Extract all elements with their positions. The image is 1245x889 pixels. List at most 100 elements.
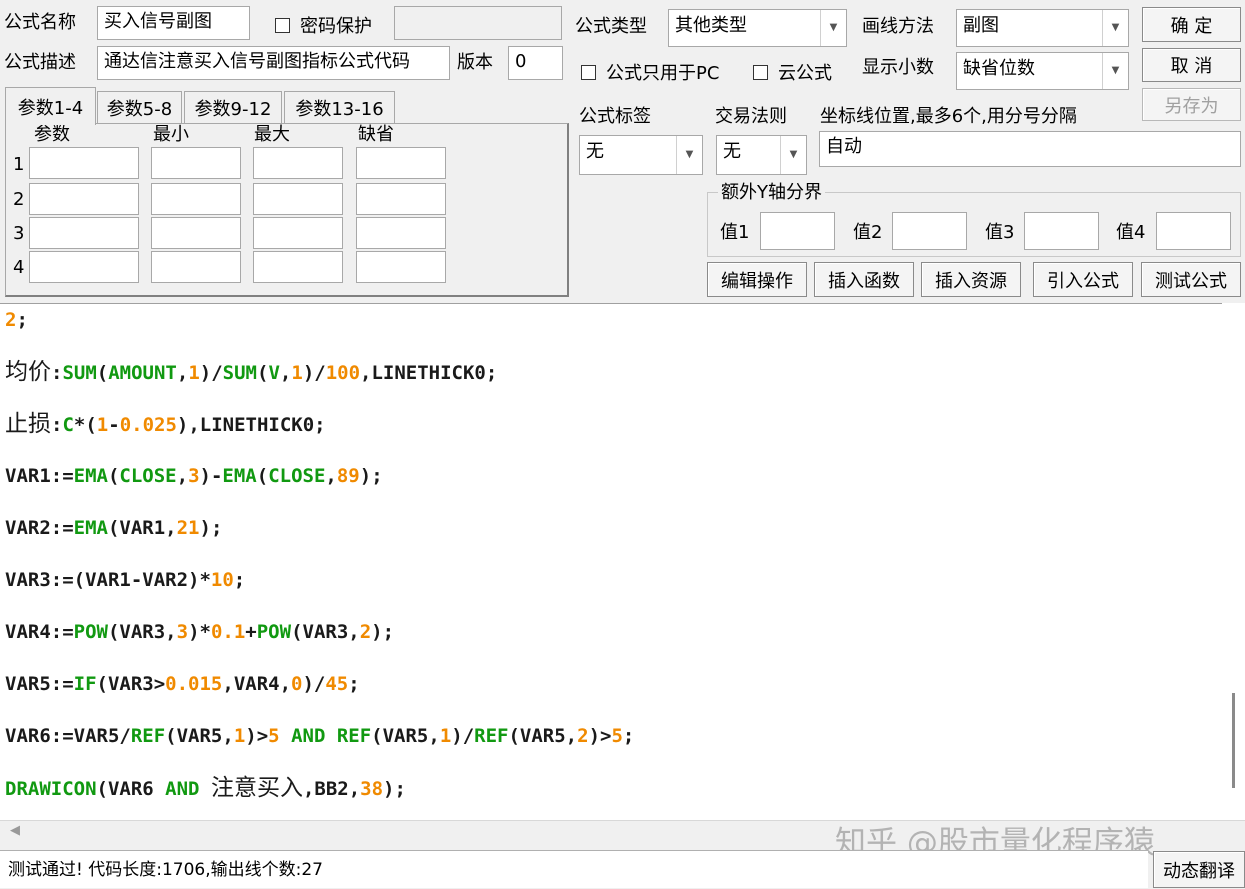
pc-only-checkbox-box[interactable] — [581, 64, 596, 80]
scroll-left-icon[interactable]: ◀ — [10, 823, 20, 838]
param-row-number: 4 — [13, 257, 25, 278]
param-1-default-input[interactable] — [356, 147, 446, 179]
pc-only-checkbox[interactable]: 公式只用于PC — [581, 59, 719, 85]
coord-line-input[interactable]: 自动 — [819, 131, 1241, 167]
y-value-2-input[interactable] — [892, 212, 967, 250]
code-line[interactable]: 止损:C*(1-0.025),LINETHICK0; — [5, 411, 326, 438]
y-value-3-input[interactable] — [1024, 212, 1099, 250]
code-line[interactable]: VAR2:=EMA(VAR1,21); — [5, 515, 222, 541]
code-token: (VAR1, — [107, 517, 177, 539]
param-row-number: 2 — [13, 189, 25, 210]
code-token: ); — [199, 517, 223, 539]
ok-button[interactable]: 确 定 — [1142, 7, 1241, 42]
code-token: 45 — [325, 673, 349, 695]
code-token: )/ — [302, 362, 326, 384]
formula-name-input[interactable]: 买入信号副图 — [97, 6, 250, 40]
password-checkbox-box[interactable] — [275, 17, 290, 33]
insert-function-button[interactable]: 插入函数 — [814, 262, 914, 297]
param-4-default-input[interactable] — [356, 251, 446, 283]
code-line[interactable]: VAR6:=VAR5/REF(VAR5,1)>5 AND REF(VAR5,1)… — [5, 723, 634, 749]
chevron-down-icon[interactable]: ▼ — [780, 136, 806, 174]
code-token: ,VAR4, — [222, 673, 292, 695]
tab-params-1-4[interactable]: 参数1-4 — [5, 87, 96, 125]
cloud-formula-checkbox[interactable]: 云公式 — [753, 59, 832, 85]
formula-type-value: 其他类型 — [675, 15, 747, 36]
code-line[interactable]: VAR3:=(VAR1-VAR2)*10; — [5, 567, 245, 593]
draw-method-label: 画线方法 — [862, 16, 934, 37]
trade-rule-select[interactable]: 无 ▼ — [716, 135, 807, 175]
y-value-4-label: 值4 — [1116, 222, 1146, 243]
code-token: 2 — [359, 621, 372, 643]
trade-rule-value: 无 — [723, 141, 741, 162]
code-token: REF — [336, 725, 372, 747]
code-token: EMA — [222, 465, 257, 487]
code-token: 3 — [188, 465, 200, 487]
import-formula-button[interactable]: 引入公式 — [1033, 262, 1133, 297]
code-line[interactable]: 2; — [5, 307, 28, 333]
decimals-select[interactable]: 缺省位数 ▼ — [956, 52, 1129, 90]
y-value-4-input[interactable] — [1156, 212, 1231, 250]
param-2-name-input[interactable] — [29, 183, 139, 215]
param-2-default-input[interactable] — [356, 183, 446, 215]
formula-desc-label: 公式描述 — [4, 52, 76, 73]
formula-type-select[interactable]: 其他类型 ▼ — [668, 9, 847, 47]
y-value-3-label: 值3 — [985, 222, 1015, 243]
password-protect-checkbox[interactable]: 密码保护 — [275, 12, 372, 38]
chevron-down-icon[interactable]: ▼ — [1102, 10, 1128, 46]
draw-method-select[interactable]: 副图 ▼ — [956, 9, 1129, 47]
insert-resource-button[interactable]: 插入资源 — [921, 262, 1021, 297]
code-line[interactable]: VAR4:=POW(VAR3,3)*0.1+POW(VAR3,2); — [5, 619, 394, 645]
code-token: ; — [348, 673, 360, 695]
code-line[interactable]: 均价:SUM(AMOUNT,1)/SUM(V,1)/100,LINETHICK0… — [5, 359, 497, 386]
tab-params-13-16[interactable]: 参数13-16 — [284, 91, 395, 123]
code-token: 0.015 — [165, 673, 223, 695]
code-token: AND — [291, 725, 326, 747]
code-token: (VAR5, — [508, 725, 578, 747]
code-line[interactable]: DRAWICON(VAR6 AND 注意买入,BB2,38); — [5, 775, 406, 802]
param-3-max-input[interactable] — [253, 217, 343, 249]
param-3-name-input[interactable] — [29, 217, 139, 249]
param-2-max-input[interactable] — [253, 183, 343, 215]
formula-desc-input[interactable]: 通达信注意买入信号副图指标公式代码 — [97, 46, 450, 80]
formula-tag-label: 公式标签 — [579, 106, 651, 127]
chevron-down-icon[interactable]: ▼ — [676, 136, 702, 174]
param-3-min-input[interactable] — [151, 217, 241, 249]
code-token: 10 — [210, 569, 234, 591]
param-4-name-input[interactable] — [29, 251, 139, 283]
code-token: SUM — [62, 362, 97, 384]
tab-params-9-12[interactable]: 参数9-12 — [184, 91, 282, 123]
code-token: 1 — [188, 362, 200, 384]
code-token: VAR2:= — [5, 517, 74, 539]
params-panel: 参数 最小 最大 缺省 1 2 3 4 — [5, 123, 569, 297]
formula-tag-select[interactable]: 无 ▼ — [579, 135, 703, 175]
trade-rule-label: 交易法则 — [715, 106, 787, 127]
code-token: 100 — [325, 362, 361, 384]
code-token: 2 — [5, 309, 17, 331]
test-formula-button[interactable]: 测试公式 — [1141, 262, 1241, 297]
vertical-scroll-thumb[interactable] — [1232, 693, 1235, 788]
param-1-min-input[interactable] — [151, 147, 241, 179]
param-2-min-input[interactable] — [151, 183, 241, 215]
param-1-max-input[interactable] — [253, 147, 343, 179]
vertical-scrollbar[interactable] — [1222, 303, 1245, 820]
chevron-down-icon[interactable]: ▼ — [1102, 53, 1128, 89]
param-3-default-input[interactable] — [356, 217, 446, 249]
tab-params-5-8[interactable]: 参数5-8 — [97, 91, 182, 123]
code-token: DRAWICON — [5, 778, 97, 800]
param-4-max-input[interactable] — [253, 251, 343, 283]
code-line[interactable]: VAR1:=EMA(CLOSE,3)-EMA(CLOSE,89); — [5, 463, 383, 489]
cloud-checkbox-box[interactable] — [753, 64, 768, 80]
code-token: ); — [383, 778, 406, 800]
code-line[interactable]: VAR5:=IF(VAR3>0.015,VAR4,0)/45; — [5, 671, 360, 697]
version-input[interactable]: 0 — [508, 46, 563, 80]
chevron-down-icon[interactable]: ▼ — [820, 10, 846, 46]
code-token: )> — [245, 725, 269, 747]
edit-operations-button[interactable]: 编辑操作 — [707, 262, 807, 297]
cancel-button[interactable]: 取 消 — [1142, 48, 1241, 82]
y-value-1-input[interactable] — [760, 212, 835, 250]
dynamic-translate-button[interactable]: 动态翻译 — [1153, 851, 1245, 888]
param-4-min-input[interactable] — [151, 251, 241, 283]
code-editor[interactable]: 2; 均价:SUM(AMOUNT,1)/SUM(V,1)/100,LINETHIC… — [0, 303, 1222, 820]
code-token: 0.025 — [119, 414, 177, 436]
param-1-name-input[interactable] — [29, 147, 139, 179]
